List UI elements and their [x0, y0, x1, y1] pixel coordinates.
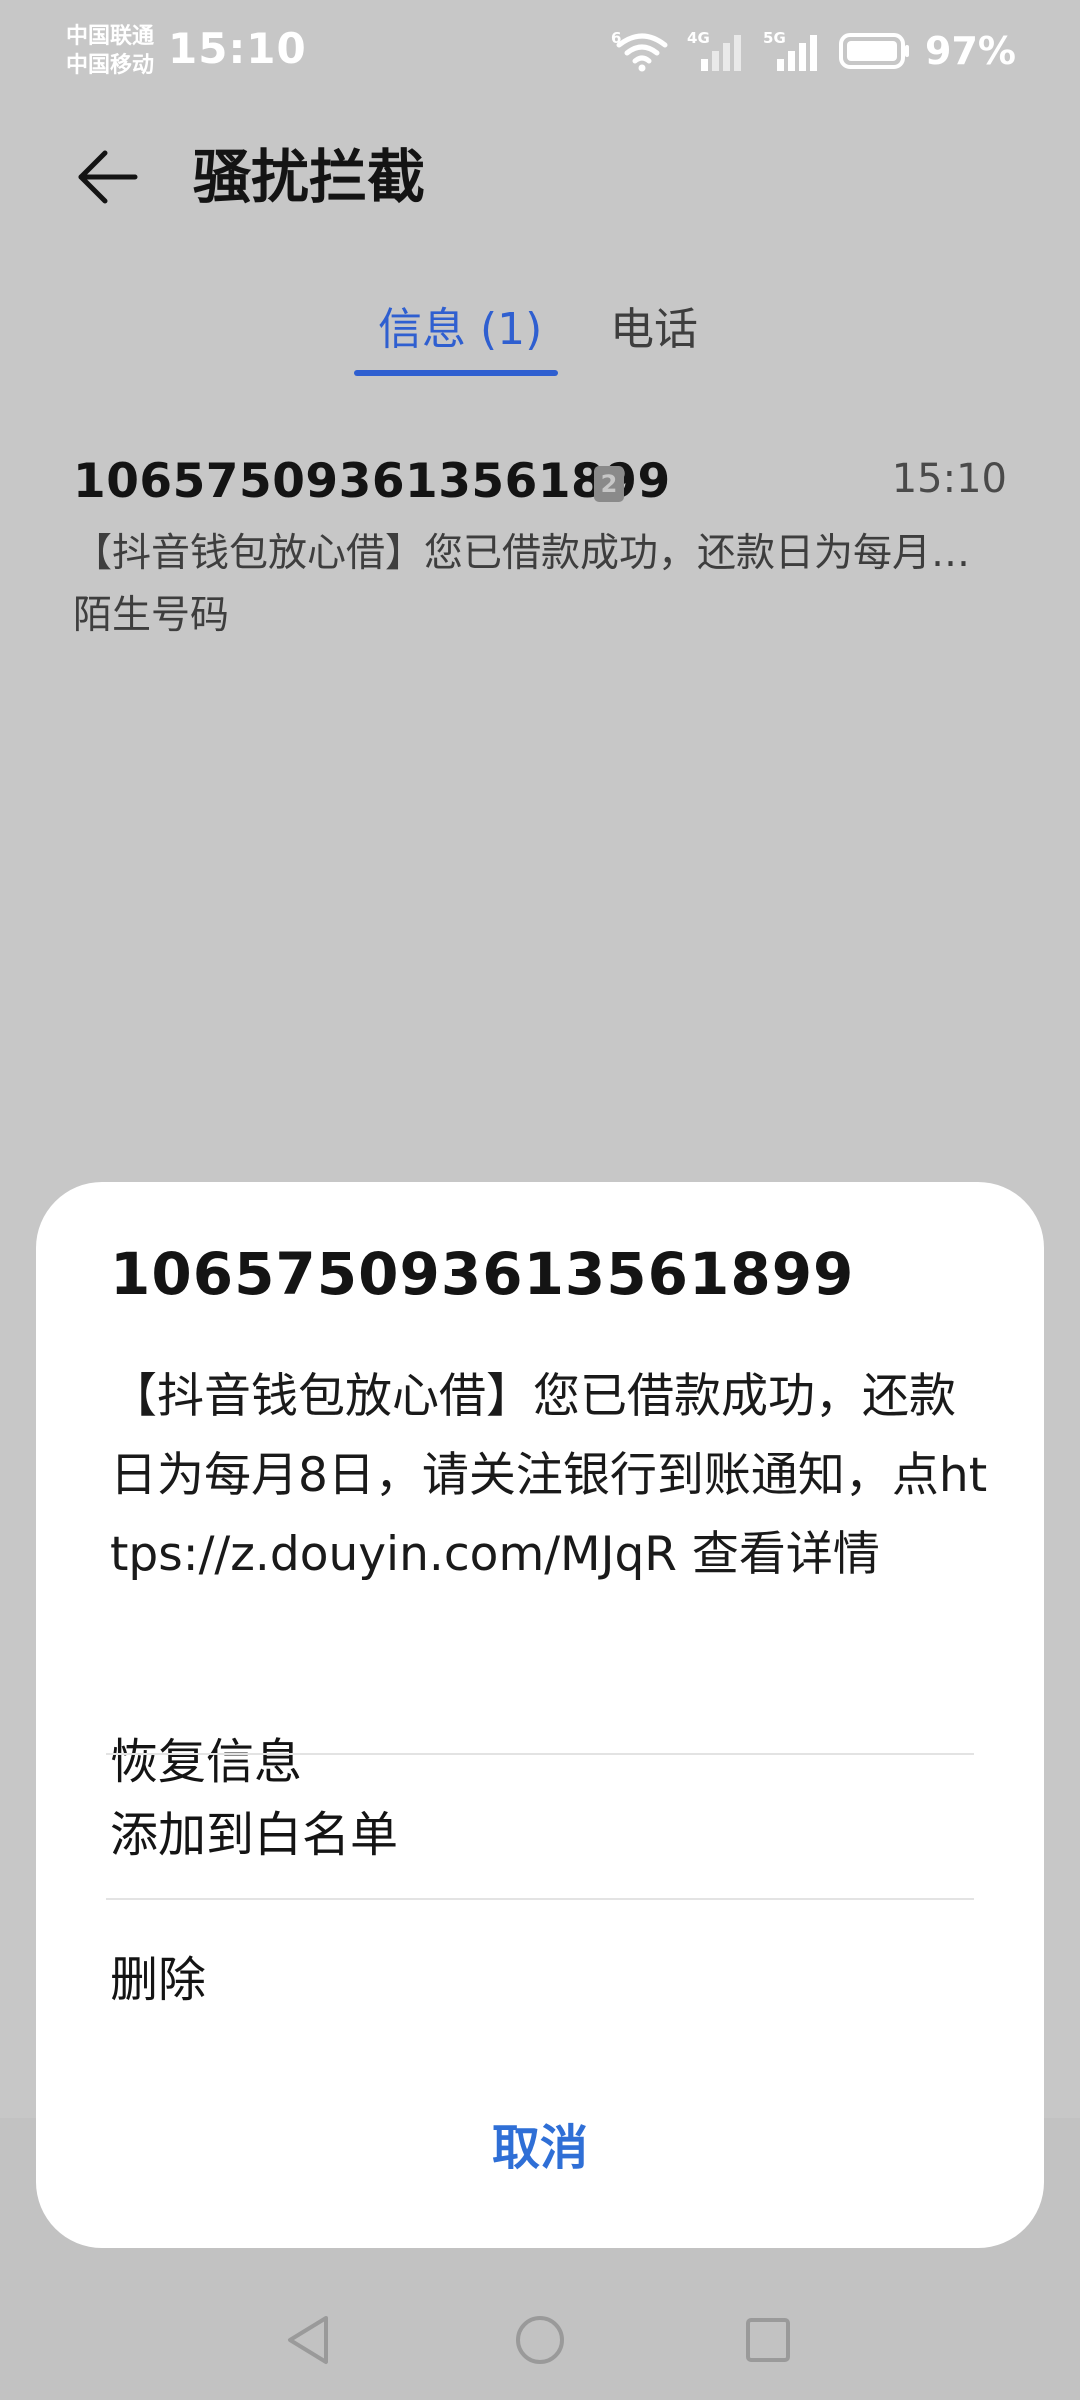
sim-badge: 2	[594, 466, 624, 502]
message-preview: 【抖音钱包放心借】您已借款成功，还款日为每月…	[73, 531, 971, 576]
cancel-button[interactable]: 取消	[390, 2098, 690, 2198]
status-clock: 15:10	[168, 24, 307, 73]
page-title: 骚扰拦截	[193, 143, 426, 211]
status-icons: 6 4G 5G 97%	[611, 26, 1016, 76]
status-bar: 中国联通 中国移动 15:10 6 4G 5G 97%	[0, 0, 1080, 100]
wifi-tag: 6	[611, 29, 622, 47]
carrier-labels: 中国联通 中国移动	[66, 22, 154, 80]
battery-icon	[839, 33, 910, 69]
list-item[interactable]: 106575093613561899 2 15:10 【抖音钱包放心借】您已借款…	[0, 440, 1080, 650]
delete-option[interactable]: 删除	[106, 1900, 974, 2040]
add-to-whitelist-label: 添加到白名单	[110, 1807, 399, 1863]
wifi-indicator: 6	[611, 29, 673, 73]
recents-square-icon	[746, 2318, 790, 2362]
back-arrow-icon	[78, 150, 138, 204]
nav-home-button[interactable]	[510, 2310, 570, 2370]
sim2-signal: 5G	[763, 29, 825, 73]
number-tag: 陌生号码	[73, 593, 230, 638]
carrier-2: 中国移动	[66, 53, 155, 78]
home-circle-icon	[516, 2316, 564, 2364]
message-time: 15:10	[891, 456, 1007, 502]
carrier-1: 中国联通	[66, 24, 155, 49]
add-to-whitelist-option[interactable]: 添加到白名单	[106, 1755, 974, 1895]
delete-label: 删除	[110, 1952, 207, 2008]
dialog-title: 106575093613561899	[110, 1240, 855, 1308]
nav-back-button[interactable]	[278, 2310, 338, 2370]
sim2-network-label: 5G	[763, 29, 786, 47]
tab-indicator	[354, 370, 558, 376]
tab-calls[interactable]: 电话	[610, 300, 698, 360]
back-button[interactable]	[70, 140, 144, 214]
battery-percent: 97%	[925, 29, 1016, 73]
message-action-dialog: 106575093613561899 【抖音钱包放心借】您已借款成功，还款日为每…	[36, 1182, 1044, 2248]
dialog-message-body: 【抖音钱包放心借】您已借款成功，还款日为每月8日，请关注银行到账通知，点http…	[110, 1369, 988, 1582]
back-triangle-icon	[288, 2316, 328, 2364]
sim1-signal: 4G	[687, 29, 749, 73]
system-nav-bar	[0, 2280, 1080, 2400]
sender-number: 106575093613561899	[73, 454, 671, 509]
tab-messages[interactable]: 信息 (1)	[378, 300, 542, 360]
nav-recents-button[interactable]	[738, 2310, 798, 2370]
sim1-network-label: 4G	[687, 29, 710, 47]
